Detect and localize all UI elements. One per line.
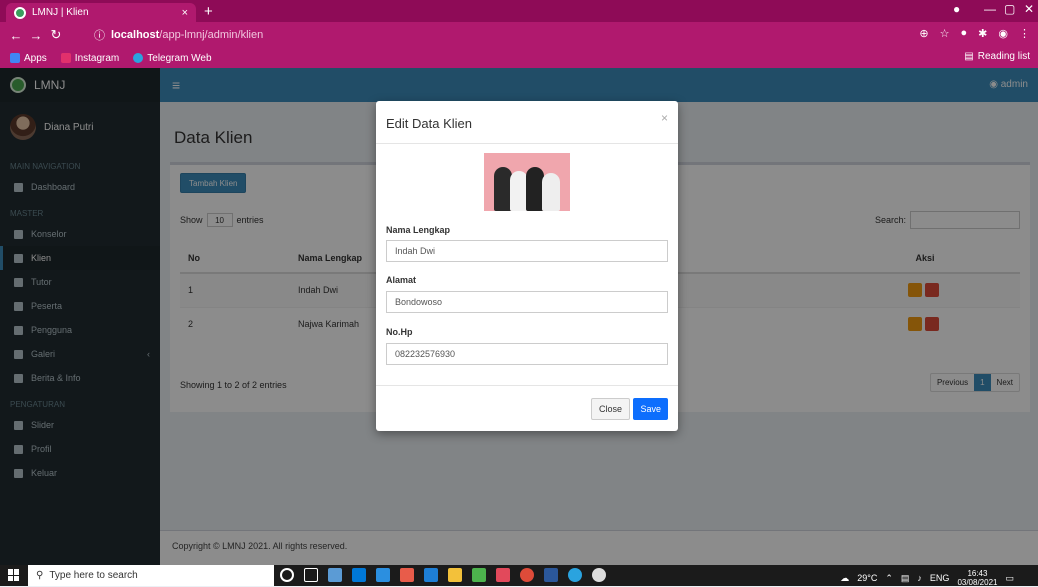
- chrome-icon[interactable]: [520, 568, 534, 582]
- reading-list-button[interactable]: ▤ Reading list: [964, 51, 1030, 62]
- info-icon[interactable]: ⓘ: [94, 27, 105, 43]
- apps-grid-icon: [10, 53, 20, 63]
- windows-taskbar: ⚲ Type here to search ☁ 29°C ⌃ ▤ ♪ ENG 1…: [0, 565, 1038, 587]
- browser-tab[interactable]: LMNJ | Klien ×: [6, 3, 196, 22]
- bookmarks-bar: Apps Instagram Telegram Web ▤ Reading lis…: [0, 48, 1038, 68]
- reading-list-icon: ▤: [964, 51, 974, 62]
- instagram-icon: [60, 53, 71, 63]
- app-icon[interactable]: [400, 568, 414, 582]
- lmnj-favicon-icon: [14, 6, 26, 19]
- store-icon[interactable]: [352, 568, 366, 582]
- modal-close-icon[interactable]: ×: [661, 111, 668, 125]
- label-alamat: Alamat: [386, 275, 417, 285]
- save-button[interactable]: Save: [633, 398, 668, 420]
- weather-icon[interactable]: ☁: [840, 573, 849, 584]
- reload-icon[interactable]: ↻: [46, 27, 66, 43]
- app-icon[interactable]: [424, 568, 438, 582]
- close-button[interactable]: Close: [590, 398, 630, 420]
- profile-icon[interactable]: ◉: [998, 27, 1008, 40]
- puzzle-icon[interactable]: ✱: [978, 27, 987, 40]
- task-view-icon[interactable]: [304, 568, 318, 582]
- client-photo: [484, 153, 570, 211]
- tab-title: LMNJ | Klien: [32, 7, 89, 18]
- nama-field[interactable]: Indah Dwi: [386, 240, 668, 262]
- app-icon[interactable]: [592, 568, 606, 582]
- zoom-icon[interactable]: ⊕: [919, 27, 928, 40]
- restore-icon[interactable]: ▢: [1004, 2, 1015, 16]
- window-close-icon[interactable]: ✕: [1024, 2, 1034, 16]
- new-tab-button[interactable]: +: [204, 3, 213, 20]
- edit-client-modal: Edit Data Klien × Nama Lengkap Indah Dwi…: [376, 101, 678, 431]
- app-icon[interactable]: [472, 568, 486, 582]
- weather-temp[interactable]: 29°C: [857, 573, 877, 583]
- extension-icon[interactable]: ●: [961, 27, 968, 40]
- alamat-field[interactable]: Bondowoso: [386, 291, 668, 313]
- network-icon[interactable]: ▤: [901, 573, 910, 584]
- address-bar-row: ← → ↻ ⓘ localhost/app-lmnj/admin/klien ⊕…: [0, 22, 1038, 48]
- url-field[interactable]: ⓘ localhost/app-lmnj/admin/klien: [94, 25, 974, 45]
- taskbar-apps: [280, 568, 606, 582]
- taskbar-search-input[interactable]: ⚲ Type here to search: [28, 565, 274, 586]
- label-nama: Nama Lengkap: [386, 225, 451, 235]
- windows-start-icon[interactable]: [8, 569, 20, 581]
- volume-icon[interactable]: ♪: [917, 573, 922, 583]
- app-icon[interactable]: [328, 568, 342, 582]
- cortana-icon[interactable]: [280, 568, 294, 582]
- label-hp: No.Hp: [386, 327, 413, 337]
- bookmark-apps[interactable]: Apps: [10, 53, 47, 64]
- menu-icon[interactable]: ⋮: [1019, 27, 1030, 40]
- url-path: /app-lmnj/admin/klien: [159, 29, 264, 41]
- file-explorer-icon[interactable]: [448, 568, 462, 582]
- app-icon[interactable]: [568, 568, 582, 582]
- vscode-icon[interactable]: [376, 568, 390, 582]
- browser-tab-bar: LMNJ | Klien × + ● — ▢ ✕: [0, 0, 1038, 22]
- modal-title: Edit Data Klien: [386, 116, 472, 131]
- system-tray: ☁ 29°C ⌃ ▤ ♪ ENG 16:43 03/08/2021 ▭: [840, 569, 1014, 587]
- app-icon[interactable]: [496, 568, 510, 582]
- bookmark-telegram[interactable]: Telegram Web: [133, 53, 212, 64]
- star-icon[interactable]: ☆: [940, 27, 950, 40]
- bookmark-instagram[interactable]: Instagram: [60, 53, 119, 64]
- tab-close-icon[interactable]: ×: [182, 7, 188, 19]
- word-icon[interactable]: [544, 568, 558, 582]
- hp-field[interactable]: 082232576930: [386, 343, 668, 365]
- minimize-icon[interactable]: —: [984, 2, 996, 16]
- profile-dot-icon[interactable]: ●: [953, 2, 960, 16]
- url-host: localhost: [111, 29, 160, 41]
- notification-icon[interactable]: ▭: [1005, 573, 1014, 584]
- telegram-icon: [133, 53, 144, 63]
- modal-header: Edit Data Klien ×: [376, 101, 678, 144]
- clock[interactable]: 16:43 03/08/2021: [957, 569, 997, 587]
- modal-footer: Close Save: [376, 385, 678, 431]
- language-indicator[interactable]: ENG: [930, 573, 950, 583]
- search-icon: ⚲: [36, 570, 44, 581]
- tray-up-icon[interactable]: ⌃: [885, 573, 893, 584]
- back-icon[interactable]: ←: [6, 28, 26, 43]
- forward-icon[interactable]: →: [26, 28, 46, 43]
